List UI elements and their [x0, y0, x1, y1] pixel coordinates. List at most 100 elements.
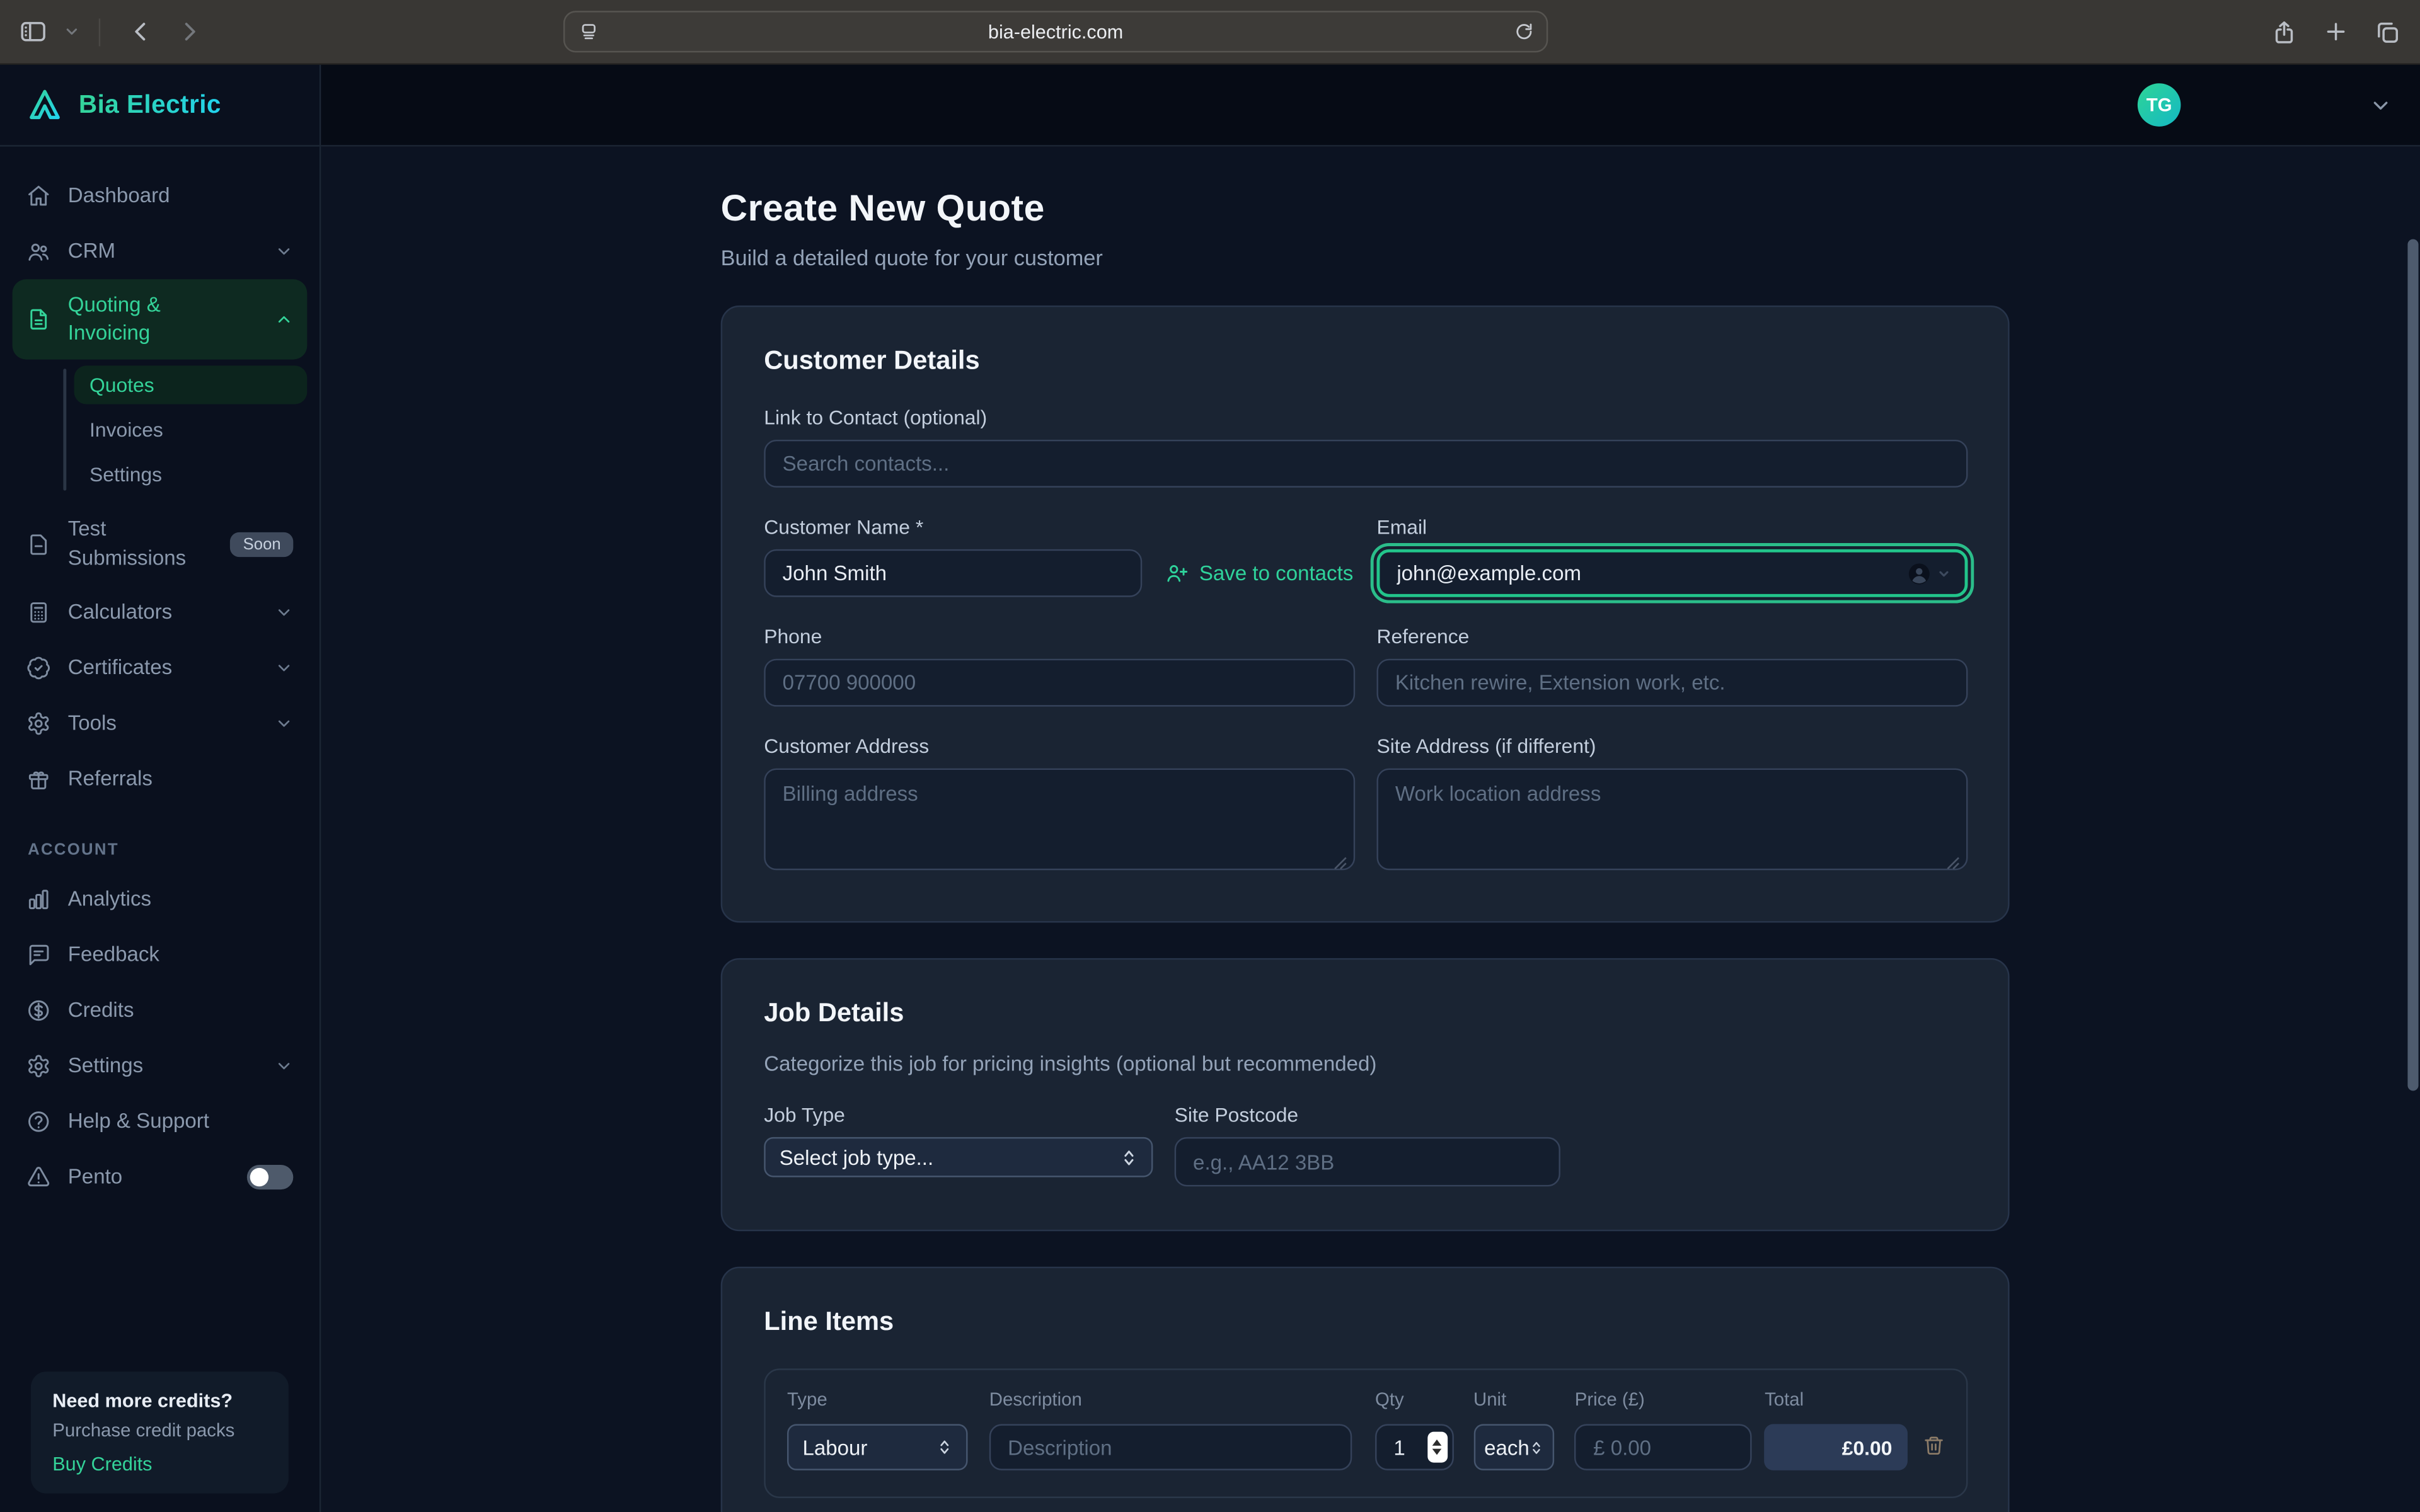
reference-input[interactable]: [1376, 659, 1968, 707]
gear-icon: [26, 1053, 51, 1078]
job-details-subtitle: Categorize this job for pricing insights…: [764, 1052, 1968, 1075]
sidebar-item-certificates[interactable]: Certificates: [13, 640, 308, 696]
customer-name-input[interactable]: [764, 549, 1142, 597]
sidebar-item-credits[interactable]: Credits: [13, 983, 308, 1038]
item-description-input[interactable]: [989, 1424, 1352, 1470]
job-type-label: Job Type: [764, 1103, 1153, 1126]
line-items-card: Line Items Type Labour: [721, 1267, 2010, 1512]
line-items-title: Line Items: [764, 1307, 1968, 1337]
credits-card-subtitle: Purchase credit packs: [52, 1419, 267, 1441]
credits-card-title: Need more credits?: [52, 1390, 267, 1412]
col-header-type: Type: [787, 1389, 968, 1410]
toggle-knob: [250, 1168, 268, 1186]
autofill-contact-icon[interactable]: [1906, 560, 1950, 587]
file-icon: [26, 532, 51, 556]
sidebar-subitem-quotes[interactable]: Quotes: [74, 366, 308, 404]
customer-details-title: Customer Details: [764, 346, 1968, 377]
item-price-input[interactable]: [1575, 1424, 1753, 1470]
tab-overview-icon[interactable]: [2374, 18, 2402, 45]
soon-badge: Soon: [231, 532, 293, 556]
sidebar-item-crm[interactable]: CRM: [13, 224, 308, 279]
sidebar-item-dashboard[interactable]: Dashboard: [13, 168, 308, 224]
site-postcode-input[interactable]: [1175, 1137, 1560, 1186]
select-chevrons-icon: [1530, 1439, 1544, 1456]
users-icon: [26, 239, 51, 264]
item-unit-select[interactable]: each: [1473, 1424, 1555, 1470]
sidebar-subitem-settings[interactable]: Settings: [74, 456, 308, 495]
customer-address-textarea[interactable]: [764, 769, 1355, 871]
url-text: bia-electric.com: [565, 21, 1547, 42]
brand-header[interactable]: Bia Electric: [0, 65, 320, 147]
col-header-qty: Qty: [1375, 1389, 1453, 1410]
sidebar-item-referrals[interactable]: Referrals: [13, 751, 308, 806]
forward-button-icon[interactable]: [176, 18, 202, 45]
sidebar-item-settings[interactable]: Settings: [13, 1038, 308, 1094]
select-chevrons-icon: [937, 1438, 952, 1456]
item-type-select[interactable]: Labour: [787, 1424, 968, 1470]
sidebar-item-quoting-invoicing[interactable]: Quoting & Invoicing: [13, 279, 308, 360]
chevron-down-icon: [275, 603, 293, 621]
item-total-value: £0.00: [1765, 1424, 1908, 1470]
dollar-circle-icon: [26, 998, 51, 1022]
toolbar-chevron-down-icon[interactable]: [63, 23, 80, 40]
home-icon: [26, 183, 51, 208]
save-to-contacts-link[interactable]: Save to contacts: [1165, 561, 1353, 585]
sidebar-item-help-support[interactable]: Help & Support: [13, 1094, 308, 1149]
reference-label: Reference: [1376, 625, 1968, 648]
job-type-select[interactable]: Select job type...: [764, 1137, 1153, 1177]
buy-credits-link[interactable]: Buy Credits: [52, 1453, 267, 1475]
share-icon[interactable]: [2270, 18, 2298, 45]
col-header-description: Description: [989, 1389, 1352, 1410]
page-title: Create New Quote: [721, 188, 2010, 232]
phone-input[interactable]: [764, 659, 1355, 707]
sidebar-item-feedback[interactable]: Feedback: [13, 927, 308, 983]
gear-icon: [26, 711, 51, 736]
page-content: Create New Quote Build a detailed quote …: [321, 147, 2420, 1512]
sidebar-item-calculators[interactable]: Calculators: [13, 585, 308, 640]
credits-upsell-card: Need more credits? Purchase credit packs…: [31, 1372, 289, 1493]
page-icon[interactable]: [579, 21, 599, 42]
site-address-label: Site Address (if different): [1376, 735, 1968, 758]
link-to-contact-label: Link to Contact (optional): [764, 406, 1968, 429]
chevron-down-icon: [275, 1057, 293, 1075]
site-address-textarea[interactable]: [1376, 769, 1968, 871]
header-chevron-down-icon[interactable]: [2369, 93, 2392, 117]
account-section-label: ACCOUNT: [28, 840, 307, 859]
email-input[interactable]: [1376, 549, 1968, 597]
sidebar-item-pento[interactable]: Pento: [13, 1149, 308, 1205]
site-postcode-label: Site Postcode: [1175, 1103, 1560, 1126]
reload-icon[interactable]: [1514, 21, 1534, 42]
resize-grip-icon[interactable]: [1946, 856, 1960, 870]
col-header-total: Total: [1765, 1389, 1908, 1410]
chevron-up-icon: [275, 311, 293, 329]
select-chevrons-icon: [1121, 1147, 1138, 1167]
page-scrollbar[interactable]: [2407, 239, 2418, 1091]
search-contacts-input[interactable]: [764, 440, 1968, 488]
sidebar: Bia Electric Dashboard CRM Quoting & Inv…: [0, 65, 321, 1512]
warning-triangle-icon: [26, 1165, 51, 1189]
chevron-down-icon: [275, 658, 293, 677]
sidebar-item-test-submissions[interactable]: Test Submissions Soon: [13, 503, 308, 584]
sidebar-item-tools[interactable]: Tools: [13, 696, 308, 751]
avatar[interactable]: TG: [2138, 83, 2181, 127]
message-icon: [26, 942, 51, 967]
resize-grip-icon[interactable]: [1334, 856, 1347, 870]
page-subtitle: Build a detailed quote for your customer: [721, 245, 2010, 270]
delete-item-trash-icon[interactable]: [1923, 1435, 1944, 1457]
sidebar-item-analytics[interactable]: Analytics: [13, 871, 308, 927]
pento-toggle[interactable]: [247, 1165, 293, 1189]
sidebar-subitem-invoices[interactable]: Invoices: [74, 411, 308, 450]
screen: bia-electric.com: [0, 0, 2420, 1512]
chevron-down-icon: [275, 242, 293, 260]
sidebar-toggle-icon[interactable]: [18, 17, 48, 47]
job-details-title: Job Details: [764, 998, 1968, 1029]
qty-stepper[interactable]: [1427, 1432, 1448, 1463]
email-label: Email: [1376, 515, 1968, 539]
new-tab-icon[interactable]: [2323, 18, 2349, 45]
bar-chart-icon: [26, 887, 51, 912]
back-button-icon[interactable]: [128, 18, 154, 45]
col-header-unit: Unit: [1473, 1389, 1555, 1410]
customer-address-label: Customer Address: [764, 735, 1355, 758]
url-bar[interactable]: bia-electric.com: [563, 11, 1548, 52]
phone-label: Phone: [764, 625, 1355, 648]
